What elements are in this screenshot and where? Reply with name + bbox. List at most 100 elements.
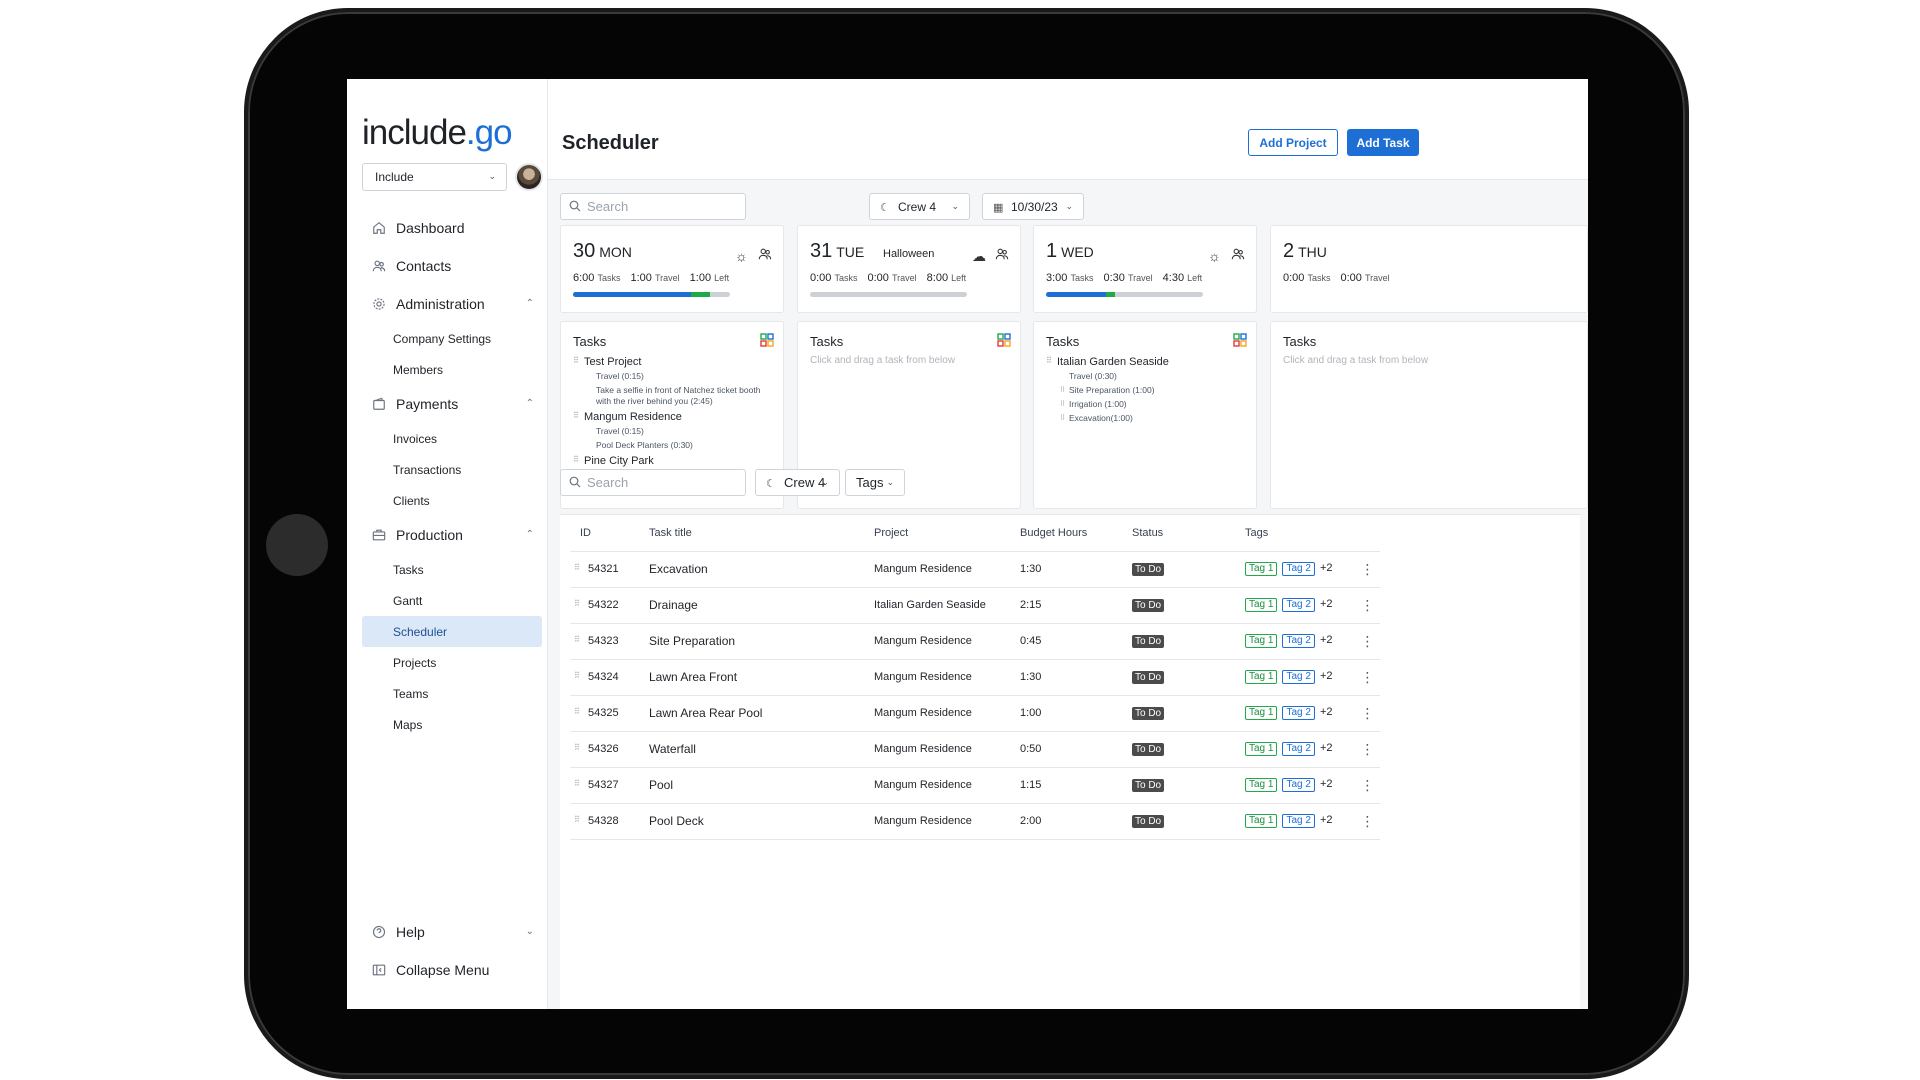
task-subitem[interactable]: Site Preparation (1:00) xyxy=(1046,385,1250,396)
task-search-input[interactable]: Search xyxy=(560,469,746,496)
avatar[interactable] xyxy=(515,163,543,191)
day-card-wed[interactable]: 1 WED 3:00 Tasks 0:30 Travel 4:30 Left ☼ xyxy=(1033,225,1257,313)
tag-badge[interactable]: Tag 2 xyxy=(1282,562,1315,576)
sidebar-item-invoices[interactable]: Invoices xyxy=(362,423,542,454)
tag-badge[interactable]: Tag 2 xyxy=(1282,814,1315,828)
tags-filter[interactable]: Tags ⌄ xyxy=(845,469,905,496)
task-project[interactable]: Mangum Residence xyxy=(573,411,777,423)
more-tags-count[interactable]: +2 xyxy=(1320,742,1333,754)
more-tags-count[interactable]: +2 xyxy=(1320,562,1333,574)
sidebar-item-tasks[interactable]: Tasks xyxy=(362,554,542,585)
sidebar-item-contacts[interactable]: Contacts xyxy=(362,247,542,285)
sidebar-item-members[interactable]: Members xyxy=(362,354,542,385)
tasks-card-thu[interactable]: Tasks Click and drag a task from below xyxy=(1270,321,1588,509)
task-subitem[interactable]: Excavation(1:00) xyxy=(1046,413,1250,424)
apps-grid-icon[interactable] xyxy=(1233,333,1247,347)
more-tags-count[interactable]: +2 xyxy=(1320,778,1333,790)
sidebar-item-transactions[interactable]: Transactions xyxy=(362,454,542,485)
more-tags-count[interactable]: +2 xyxy=(1320,706,1333,718)
status-badge[interactable]: To Do xyxy=(1132,742,1165,756)
chevron-up-icon[interactable]: ⌃ xyxy=(526,398,534,409)
crew-icon[interactable] xyxy=(995,247,1009,264)
more-vertical-icon[interactable]: ⋮ xyxy=(1355,767,1380,804)
chevron-down-icon[interactable]: ⌄ xyxy=(526,926,534,937)
task-subitem[interactable]: Irrigation (1:00) xyxy=(1046,399,1250,410)
table-row[interactable]: 54325 Lawn Area Rear Pool Mangum Residen… xyxy=(570,695,1380,732)
more-tags-count[interactable]: +2 xyxy=(1320,814,1333,826)
tag-badge[interactable]: Tag 1 xyxy=(1245,634,1278,648)
status-badge[interactable]: To Do xyxy=(1132,778,1165,792)
tag-badge[interactable]: Tag 2 xyxy=(1282,598,1315,612)
tasks-card-wed[interactable]: Tasks Italian Garden Seaside Travel (0:3… xyxy=(1033,321,1257,509)
sidebar-item-payments[interactable]: Payments ⌃ xyxy=(362,385,542,423)
sidebar-item-help[interactable]: Help ⌄ xyxy=(362,913,542,951)
day-card-thu[interactable]: 2 THU 0:00 Tasks 0:00 Travel xyxy=(1270,225,1588,313)
tag-badge[interactable]: Tag 1 xyxy=(1245,598,1278,612)
column-header-id[interactable]: ID xyxy=(570,515,649,552)
more-vertical-icon[interactable]: ⋮ xyxy=(1355,623,1380,660)
status-badge[interactable]: To Do xyxy=(1132,814,1165,828)
tag-badge[interactable]: Tag 1 xyxy=(1245,814,1278,828)
status-badge[interactable]: To Do xyxy=(1132,598,1165,612)
table-row[interactable]: 54326 Waterfall Mangum Residence 0:50 To… xyxy=(570,731,1380,768)
table-row[interactable]: 54324 Lawn Area Front Mangum Residence 1… xyxy=(570,659,1380,696)
status-badge[interactable]: To Do xyxy=(1132,562,1165,576)
table-row[interactable]: 54328 Pool Deck Mangum Residence 2:00 To… xyxy=(570,803,1380,840)
sidebar-item-company-settings[interactable]: Company Settings xyxy=(362,323,542,354)
more-vertical-icon[interactable]: ⋮ xyxy=(1355,587,1380,624)
more-vertical-icon[interactable]: ⋮ xyxy=(1355,731,1380,768)
more-tags-count[interactable]: +2 xyxy=(1320,634,1333,646)
crew-icon[interactable] xyxy=(1231,247,1245,264)
column-header-project[interactable]: Project xyxy=(874,515,1020,552)
task-project[interactable]: Pine City Park xyxy=(573,455,777,467)
table-row[interactable]: 54323 Site Preparation Mangum Residence … xyxy=(570,623,1380,660)
tag-badge[interactable]: Tag 2 xyxy=(1282,742,1315,756)
tag-badge[interactable]: Tag 1 xyxy=(1245,706,1278,720)
status-badge[interactable]: To Do xyxy=(1132,634,1165,648)
more-tags-count[interactable]: +2 xyxy=(1320,670,1333,682)
sidebar-item-projects[interactable]: Projects xyxy=(362,647,542,678)
more-vertical-icon[interactable]: ⋮ xyxy=(1355,659,1380,696)
chevron-up-icon[interactable]: ⌃ xyxy=(526,298,534,309)
more-tags-count[interactable]: +2 xyxy=(1320,598,1333,610)
more-vertical-icon[interactable]: ⋮ xyxy=(1355,695,1380,732)
column-header-tags[interactable]: Tags xyxy=(1245,515,1355,552)
day-card-mon[interactable]: 30 MON 6:00 Tasks 1:00 Travel 1:00 Left ☼ xyxy=(560,225,784,313)
tag-badge[interactable]: Tag 2 xyxy=(1282,706,1315,720)
add-task-button[interactable]: Add Task xyxy=(1347,129,1419,156)
crew-select[interactable]: ☾ Crew 4 ⌄ xyxy=(869,193,970,220)
table-row[interactable]: 54322 Drainage Italian Garden Seaside 2:… xyxy=(570,587,1380,624)
table-row[interactable]: 54327 Pool Mangum Residence 1:15 To Do T… xyxy=(570,767,1380,804)
organization-select[interactable]: Include ⌄ xyxy=(362,163,507,191)
tag-badge[interactable]: Tag 2 xyxy=(1282,778,1315,792)
table-row[interactable]: 54321 Excavation Mangum Residence 1:30 T… xyxy=(570,551,1380,588)
status-badge[interactable]: To Do xyxy=(1132,706,1165,720)
column-header-status[interactable]: Status xyxy=(1132,515,1245,552)
sidebar-item-clients[interactable]: Clients xyxy=(362,485,542,516)
apps-grid-icon[interactable] xyxy=(760,333,774,347)
sidebar-item-scheduler[interactable]: Scheduler xyxy=(362,616,542,647)
column-header-budget-hours[interactable]: Budget Hours xyxy=(1020,515,1132,552)
tag-badge[interactable]: Tag 1 xyxy=(1245,670,1278,684)
task-project[interactable]: Italian Garden Seaside xyxy=(1046,356,1250,368)
collapse-menu-button[interactable]: Collapse Menu xyxy=(362,951,542,989)
crew-filter[interactable]: ☾ Crew 4 ⌄ xyxy=(755,469,840,496)
sidebar-item-gantt[interactable]: Gantt xyxy=(362,585,542,616)
more-vertical-icon[interactable]: ⋮ xyxy=(1355,551,1380,588)
chevron-up-icon[interactable]: ⌃ xyxy=(526,529,534,540)
status-badge[interactable]: To Do xyxy=(1132,670,1165,684)
apps-grid-icon[interactable] xyxy=(997,333,1011,347)
column-header-title[interactable]: Task title xyxy=(649,515,874,552)
sidebar-item-maps[interactable]: Maps xyxy=(362,709,542,740)
schedule-search-input[interactable]: Search xyxy=(560,193,746,220)
add-project-button[interactable]: Add Project xyxy=(1248,129,1338,156)
tag-badge[interactable]: Tag 2 xyxy=(1282,634,1315,648)
sidebar-item-administration[interactable]: Administration ⌃ xyxy=(362,285,542,323)
task-project[interactable]: Test Project xyxy=(573,356,777,368)
sidebar-item-production[interactable]: Production ⌃ xyxy=(362,516,542,554)
tag-badge[interactable]: Tag 2 xyxy=(1282,670,1315,684)
day-card-tue[interactable]: 31 TUE Halloween 0:00 Tasks 0:00 Travel 8:0… xyxy=(797,225,1021,313)
date-picker[interactable]: ▦ 10/30/23 ⌄ xyxy=(982,193,1084,220)
crew-icon[interactable] xyxy=(758,247,772,264)
more-vertical-icon[interactable]: ⋮ xyxy=(1355,803,1380,840)
